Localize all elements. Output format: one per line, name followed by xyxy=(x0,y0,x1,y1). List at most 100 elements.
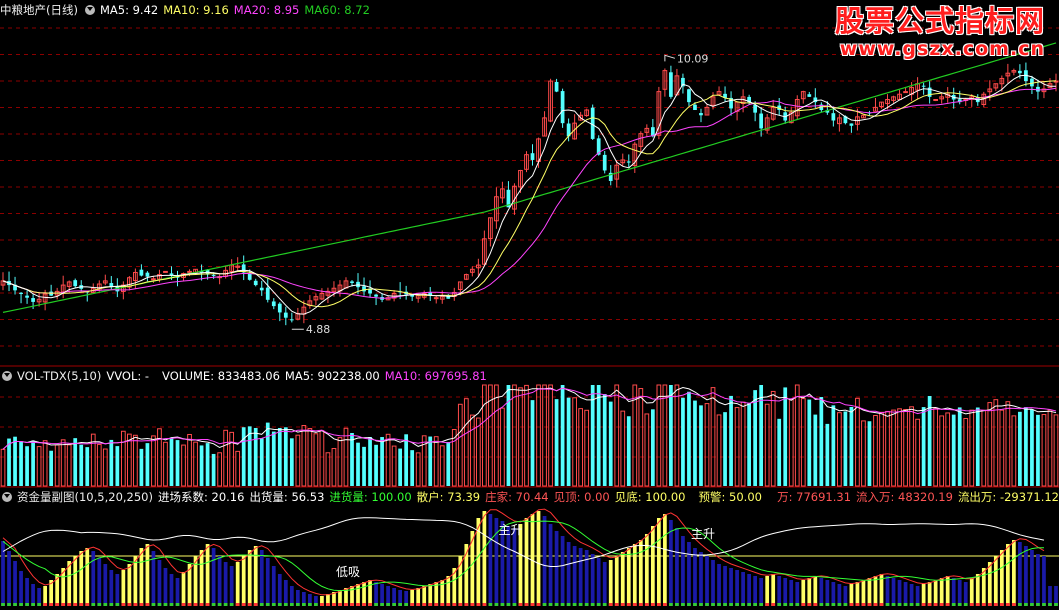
site-watermark: 股票公式指标网 www.gszx.com.cn xyxy=(835,4,1045,60)
volume-bar-up xyxy=(524,384,529,487)
volume-bar-down xyxy=(139,448,144,486)
fund-bar xyxy=(103,564,108,606)
volume-bar-down xyxy=(1036,414,1040,486)
volume-bar-down xyxy=(368,436,372,486)
fund-bar xyxy=(693,548,697,606)
volume-bar-up xyxy=(855,397,860,487)
volume-bar-up xyxy=(710,387,716,487)
fund-base-bar xyxy=(620,603,625,606)
fund-base-bar xyxy=(614,603,619,606)
candle-body-down xyxy=(25,295,29,298)
fund-base-bar xyxy=(933,603,938,606)
fund-base-bar xyxy=(632,603,637,606)
volume-bar-down xyxy=(380,437,384,486)
volume-bar-down xyxy=(566,397,571,486)
candle-body-down xyxy=(699,113,703,116)
fund-bar xyxy=(675,528,679,606)
fund-base-bar xyxy=(687,603,691,606)
volume-bar-up xyxy=(963,417,969,487)
candle-body-down xyxy=(921,85,926,87)
candle-body-down xyxy=(693,104,697,111)
fund-bar xyxy=(909,584,914,606)
volume-bar-up xyxy=(151,435,156,487)
fund-bar xyxy=(945,576,950,606)
fund-bar xyxy=(1024,546,1028,606)
fund-bar xyxy=(602,562,607,606)
fund-base-bar xyxy=(476,603,481,606)
volume-bar-down xyxy=(211,453,216,486)
liuchu-readout: 流出万: -29371.12 xyxy=(957,490,1059,504)
fund-bar xyxy=(506,526,511,606)
volume-bar-up xyxy=(656,384,662,487)
fund-base-bar xyxy=(151,603,156,606)
fund-base-bar xyxy=(103,603,108,606)
candle-body-down xyxy=(849,123,854,126)
fund-base-bar xyxy=(139,603,144,606)
volume-bar-down xyxy=(699,405,703,486)
fund-indicator-name[interactable]: 资金量副图(10,5,20,250) xyxy=(17,490,153,504)
candle-body-up xyxy=(933,98,939,101)
fund-base-bar xyxy=(873,603,878,606)
candle-body-down xyxy=(31,298,35,302)
fund-bar xyxy=(542,516,547,606)
volume-bar-up xyxy=(54,444,60,487)
fund-bar xyxy=(109,570,114,606)
fund-base-bar xyxy=(157,603,162,606)
candle-body-down xyxy=(602,154,607,171)
volume-bar-up xyxy=(915,418,920,487)
fund-bar xyxy=(1018,542,1022,606)
vol-indicator-name[interactable]: VOL-TDX(5,10) xyxy=(17,369,101,383)
fund-base-bar xyxy=(542,603,547,606)
fund-bar xyxy=(1036,554,1040,606)
volume-bar-up xyxy=(891,409,896,487)
fund-base-bar xyxy=(1012,603,1016,606)
fund-base-bar xyxy=(849,603,854,606)
volume-bar-down xyxy=(807,399,812,486)
fund-bar xyxy=(572,546,577,606)
jinchang-readout: 进场系数: 20.16 xyxy=(157,490,245,504)
fund-bar xyxy=(867,578,872,606)
fund-bar xyxy=(957,580,962,606)
fund-base-bar xyxy=(79,603,84,606)
fund-bar xyxy=(223,562,228,606)
volume-bar-down xyxy=(723,412,727,486)
fund-bar xyxy=(97,558,102,606)
dropdown-icon[interactable] xyxy=(2,492,12,502)
fund-base-bar xyxy=(921,603,926,606)
ma10-line xyxy=(2,80,1057,308)
fund-bar xyxy=(169,574,174,606)
security-name[interactable]: 中粮地产(日线) xyxy=(0,3,78,17)
wan-readout: 万: 77691.31 xyxy=(777,490,852,504)
fund-bar xyxy=(975,574,980,606)
dropdown-icon[interactable] xyxy=(2,371,12,381)
volume-bar-up xyxy=(96,443,102,487)
volume-bar-down xyxy=(277,427,282,486)
fund-bar xyxy=(687,542,691,606)
volume-bar-down xyxy=(825,423,830,486)
fund-base-bar xyxy=(843,603,848,606)
fund-bar xyxy=(133,556,138,606)
dropdown-icon[interactable] xyxy=(84,5,95,15)
fund-base-bar xyxy=(446,603,451,606)
low-label: 4.88 xyxy=(306,323,331,336)
volume-bar-up xyxy=(909,406,914,487)
fund-base-bar xyxy=(133,603,138,606)
volume-bar-up xyxy=(981,409,987,487)
fund-base-bar xyxy=(945,603,950,606)
fund-base-bar xyxy=(452,603,457,606)
volume-bar-down xyxy=(404,434,409,486)
fund-base-bar xyxy=(572,603,577,606)
volume-bar-up xyxy=(235,450,241,487)
fund-base-bar xyxy=(193,603,198,606)
candle-body-down xyxy=(271,301,276,307)
fund-bar xyxy=(536,511,541,606)
fund-base-bar xyxy=(25,603,29,606)
volume-bar-down xyxy=(145,443,150,486)
fund-base-bar xyxy=(807,603,812,606)
volume-bar-up xyxy=(638,388,644,487)
fund-base-bar xyxy=(987,603,992,606)
candle-body-down xyxy=(669,72,673,97)
volume-bar-up xyxy=(644,413,650,487)
jinhuo-readout: 进货量: 100.00 xyxy=(329,490,412,504)
volume-bar-up xyxy=(512,384,517,487)
